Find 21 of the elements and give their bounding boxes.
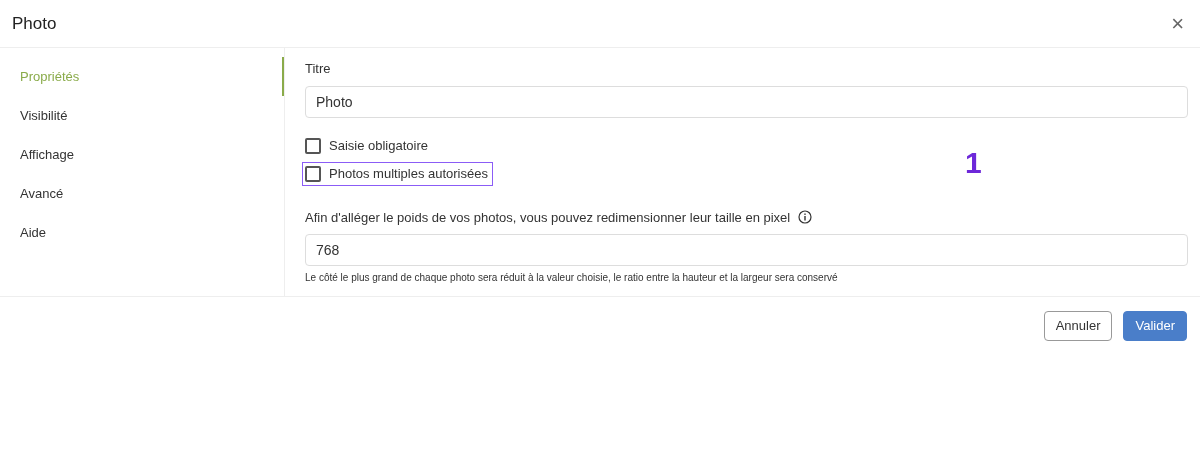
checkbox[interactable] [305, 137, 321, 154]
confirm-button[interactable]: Valider [1123, 311, 1187, 341]
checkbox-row[interactable]: Saisie obligatoire [302, 133, 433, 158]
help-text: Le côté le plus grand de chaque photo sera réduit à la valeur choisie, le ratio entre la hauteur et la largeur sera conservé [305, 271, 839, 285]
dialog-title: Photo [12, 12, 57, 35]
checkbox-label: Photos multiples autorisées [329, 164, 488, 183]
annotation-number: 1 [965, 145, 982, 181]
field-label: Titre [305, 60, 332, 78]
field-label: Afin d'alléger le poids de vos photos, vous pouvez redimensionner leur taille en pixel [305, 208, 791, 227]
cancel-button[interactable]: Annuler [1043, 311, 1113, 341]
size-input[interactable]: 768 [305, 234, 1188, 266]
sidebar-item[interactable]: Visibilité [0, 96, 284, 135]
checkbox[interactable] [305, 165, 321, 182]
sidebar-item[interactable]: Avancé [0, 174, 284, 213]
sidebar-item[interactable]: Affichage [0, 135, 284, 174]
sidebar-item[interactable]: Aide [0, 213, 284, 252]
info-icon[interactable] [798, 210, 813, 225]
close-button[interactable]: × [1171, 12, 1188, 35]
checkbox-label: Saisie obligatoire [329, 136, 428, 155]
checkbox-row[interactable]: Photos multiples autorisées [302, 161, 493, 186]
title-input[interactable]: Photo [305, 85, 1188, 118]
